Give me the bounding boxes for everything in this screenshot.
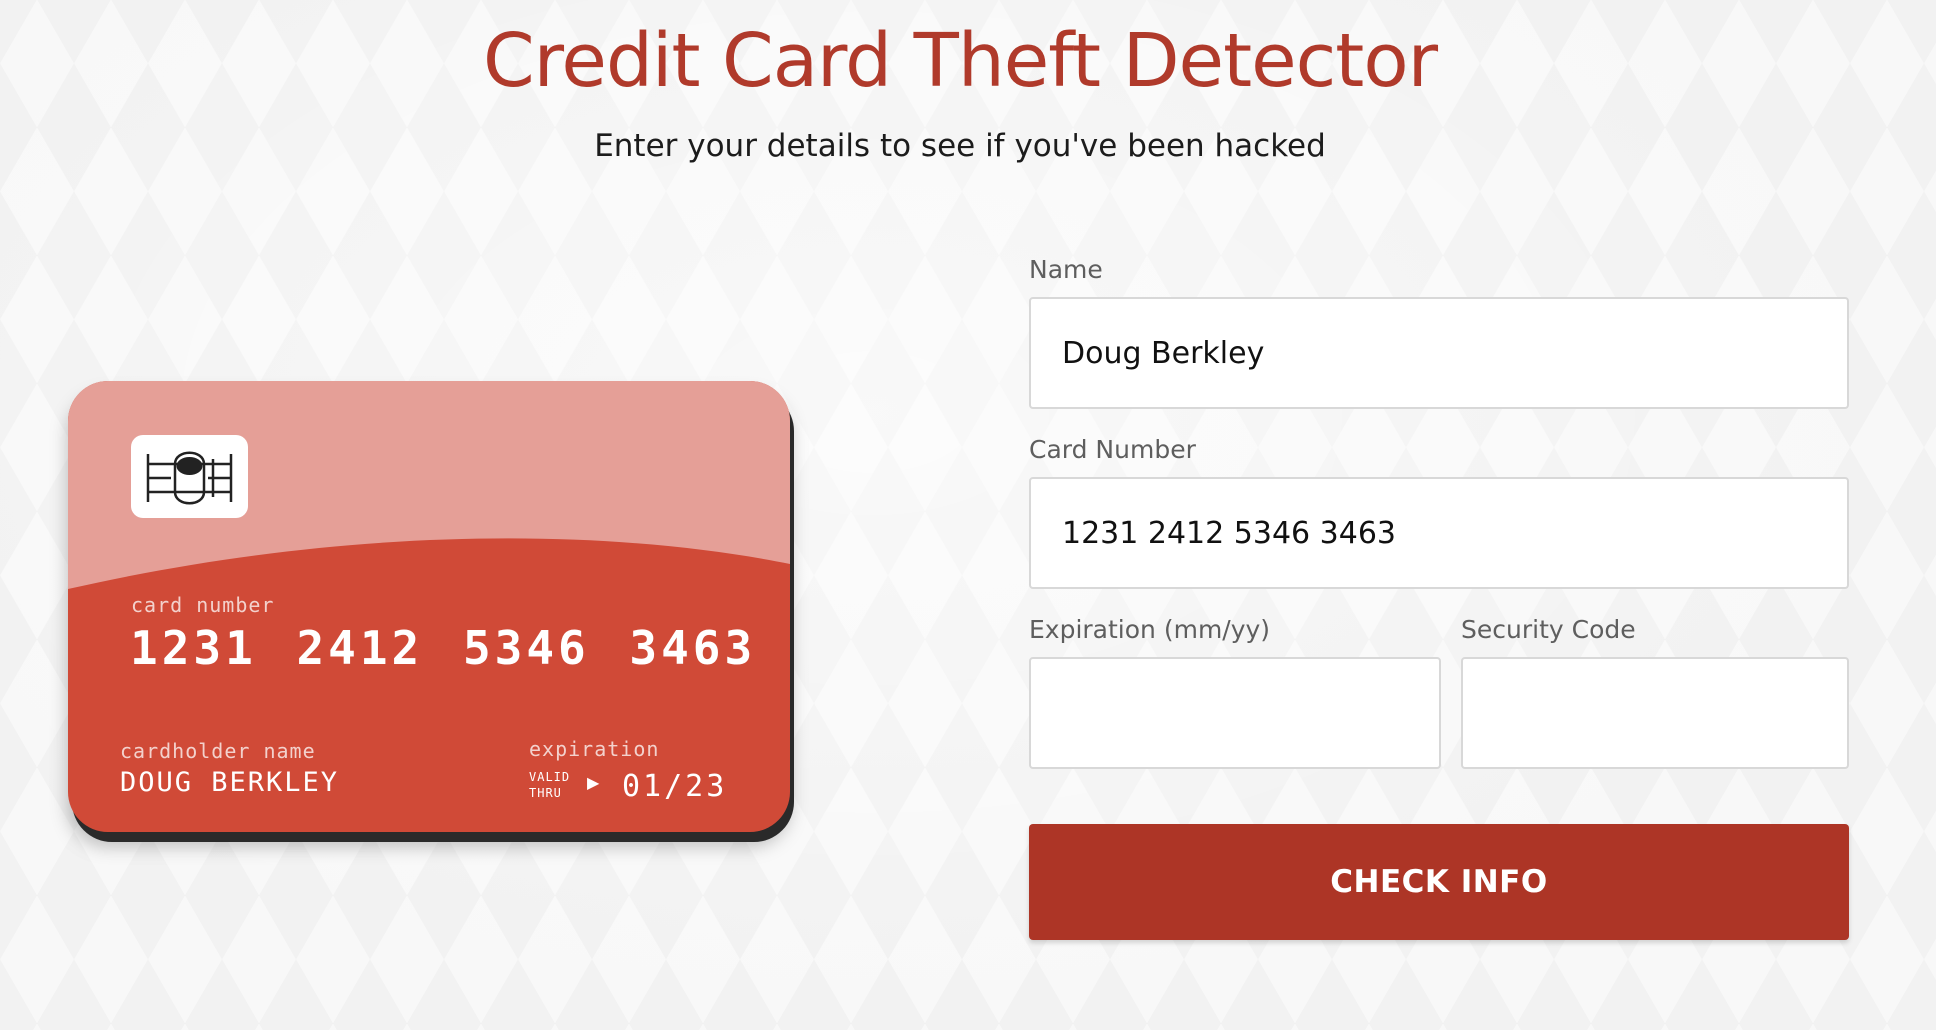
page-subtitle: Enter your details to see if you've been… [594,128,1326,164]
valid-thru-line-1: VALID [529,770,571,784]
card-expiration-display: 01/23 [622,769,728,804]
cardholder-label: cardholder name [120,739,316,763]
check-info-button[interactable]: CHECK INFO [1029,824,1849,940]
expiration-field-label: Expiration (mm/yy) [1029,615,1271,644]
valid-thru-text: VALID THRU [529,769,570,801]
security-code-input[interactable] [1461,657,1849,769]
card-number-display: 1231 2412 5346 3463 [130,621,757,675]
card-number-input[interactable] [1029,477,1849,589]
play-arrow-icon: ▶ [587,773,600,792]
valid-thru-line-2: THRU [529,786,562,800]
name-label: Name [1029,255,1103,284]
sim-chip-icon [146,451,233,505]
card-number-label: card number [131,593,275,617]
cardholder-name-display: DOUG BERKLEY [120,767,340,798]
card-number-field-label: Card Number [1029,435,1196,464]
expiration-input[interactable] [1029,657,1441,769]
page-title: Credit Card Theft Detector [482,18,1438,104]
security-code-label: Security Code [1461,615,1636,644]
name-input[interactable] [1029,297,1849,409]
credit-card-preview: card number 1231 2412 5346 3463 cardhold… [68,381,790,832]
card-chip [131,435,248,518]
expiration-label: expiration [529,737,660,761]
